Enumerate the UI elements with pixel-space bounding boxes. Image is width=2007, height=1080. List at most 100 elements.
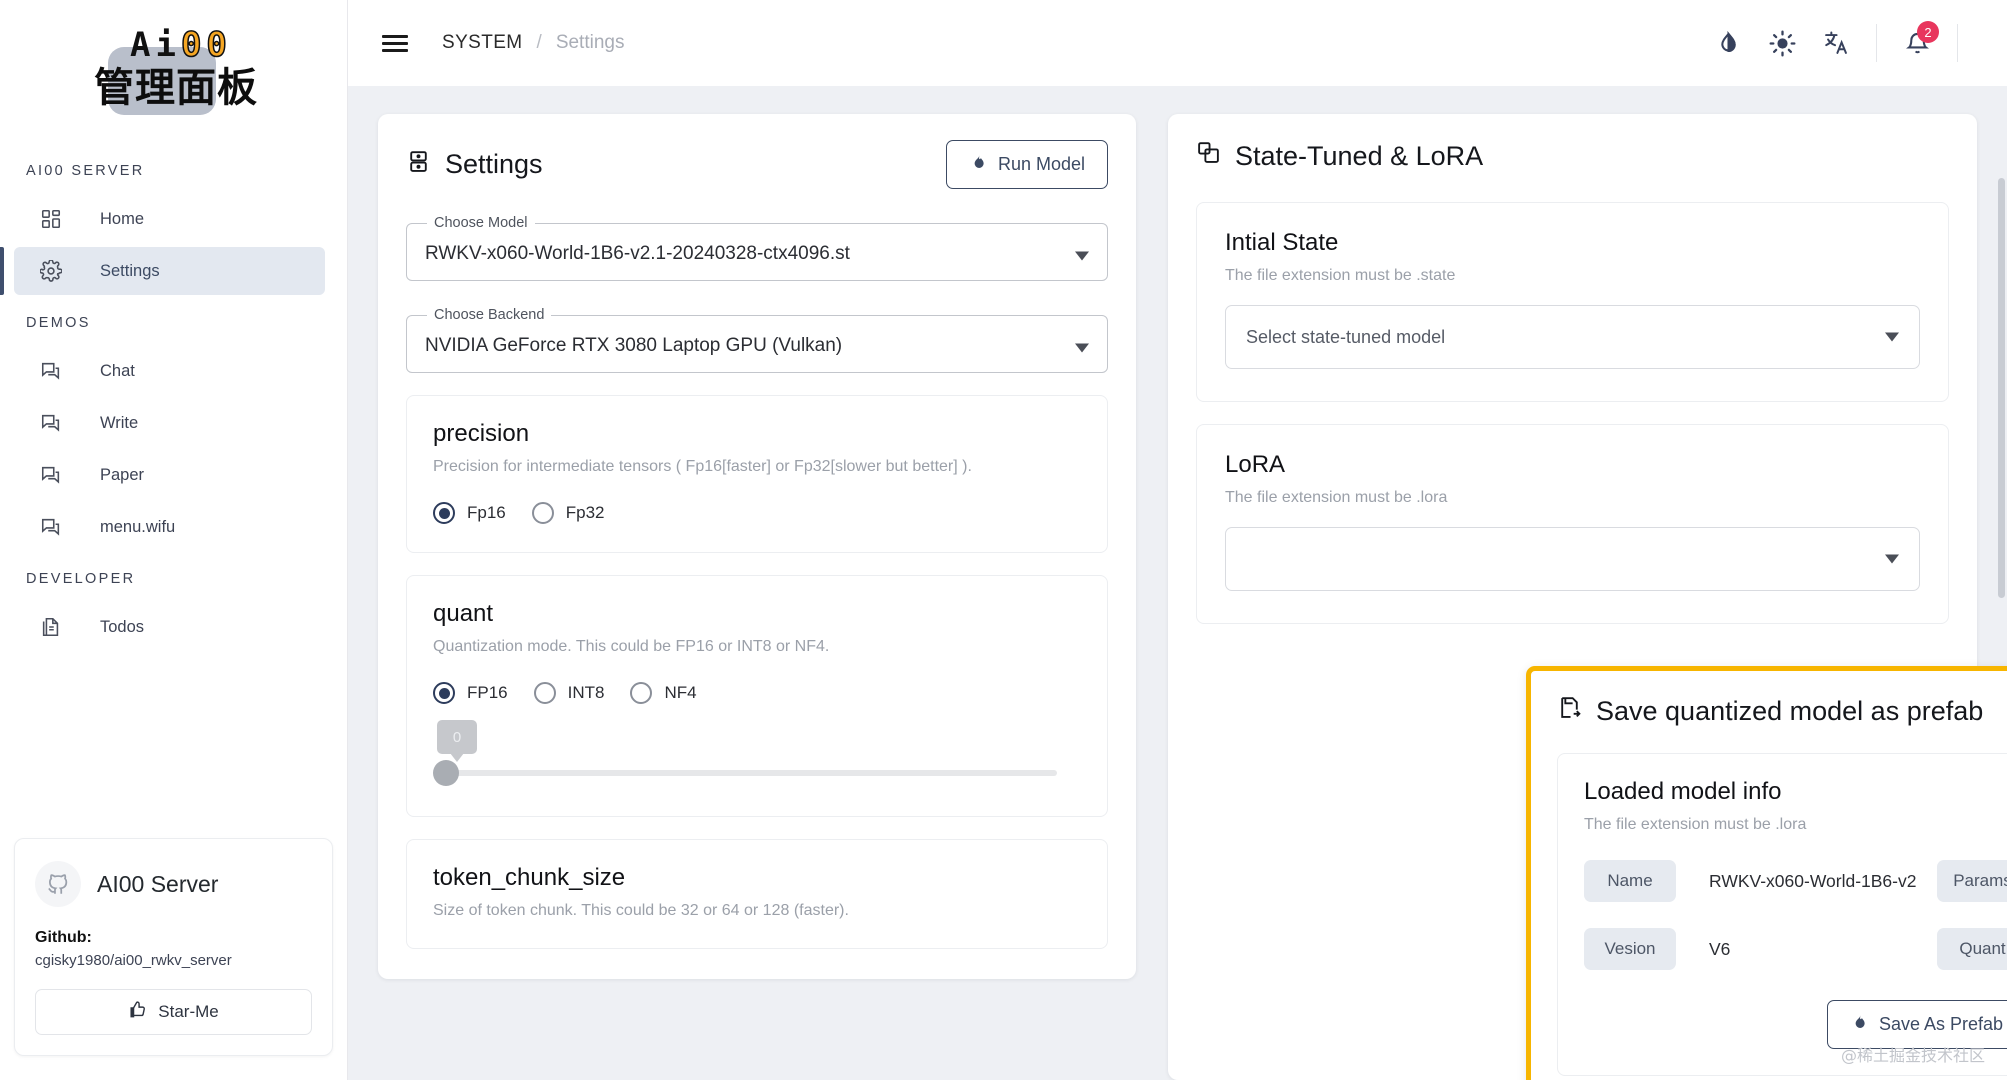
breadcrumb-root[interactable]: SYSTEM — [442, 32, 523, 54]
grid-icon — [40, 208, 74, 230]
loaded-model-info-grid: Name RWKV-x060-World-1B6-v2 Params 1B Ve… — [1584, 860, 2007, 970]
loaded-model-info-title: Loaded model info — [1584, 778, 1782, 805]
choose-model-field[interactable]: Choose Model RWKV-x060-World-1B6-v2.1-20… — [406, 215, 1108, 281]
content-area: Settings Run Model Choose Model RWKV-x06… — [348, 86, 2007, 1080]
star-me-label: Star-Me — [158, 1002, 219, 1021]
token-chunk-title: token_chunk_size — [433, 864, 626, 891]
save-file-icon — [1557, 695, 1582, 727]
quant-slider-track[interactable] — [439, 770, 1057, 776]
sidebar-item-chat[interactable]: Chat — [14, 347, 325, 395]
choose-backend-field[interactable]: Choose Backend NVIDIA GeForce RTX 3080 L… — [406, 307, 1108, 373]
flame-icon — [969, 153, 987, 176]
save-prefab-title: Save quantized model as prefab — [1596, 695, 1984, 726]
github-card-header: AI00 Server — [35, 861, 312, 907]
quant-section: quant Quantization mode. This could be F… — [406, 575, 1108, 817]
star-me-button[interactable]: Star-Me — [35, 989, 312, 1035]
lora-title: LoRA — [1225, 451, 1286, 478]
github-card-title: AI00 Server — [97, 870, 219, 897]
sidebar-item-todos[interactable]: Todos — [14, 603, 325, 651]
layers-icon — [1196, 140, 1221, 172]
app-root: Ai00 管理面板 AI00 SERVER Home Settings DEMO… — [0, 0, 2007, 1080]
contrast-icon[interactable] — [1701, 16, 1755, 70]
top-bar: SYSTEM / Settings 2 — [348, 0, 2007, 86]
chevron-down-icon[interactable] — [1075, 343, 1089, 352]
breadcrumb-separator: / — [536, 32, 542, 53]
token-chunk-section: token_chunk_size Size of token chunk. Th… — [406, 839, 1108, 949]
initial-state-section: Intial State The file extension must be … — [1196, 202, 1949, 402]
breadcrumb: SYSTEM / Settings — [442, 32, 624, 54]
sidebar-item-label: Home — [100, 209, 145, 228]
sidebar-item-label: Paper — [100, 465, 145, 484]
sidebar-section-title-demos: DEMOS — [26, 315, 91, 331]
document-icon — [40, 616, 74, 638]
github-card: AI00 Server Github: cgisky1980/ai00_rwkv… — [14, 838, 333, 1056]
sidebar-item-write[interactable]: Write — [14, 399, 325, 447]
lora-section: LoRA The file extension must be .lora — [1196, 424, 1949, 624]
sidebar: Ai00 管理面板 AI00 SERVER Home Settings DEMO… — [0, 0, 348, 1080]
run-model-label: Run Model — [997, 154, 1085, 174]
settings-card-header: Settings Run Model — [406, 140, 1108, 189]
radio-label: INT8 — [567, 683, 605, 702]
lora-model-select[interactable] — [1225, 527, 1920, 591]
precision-option-fp16[interactable]: Fp16 — [433, 502, 506, 524]
token-chunk-description: Size of token chunk. This could be 32 or… — [433, 902, 849, 919]
sidebar-item-menu-wifu[interactable]: menu.wifu — [14, 503, 325, 551]
chat-icon — [40, 412, 74, 434]
precision-section: precision Precision for intermediate ten… — [406, 395, 1108, 553]
state-lora-title: State-Tuned & LoRA — [1235, 140, 1484, 171]
choose-backend-legend: Choose Backend — [434, 307, 545, 323]
github-repo-path: cgisky1980/ai00_rwkv_server — [35, 952, 232, 969]
radio-label: NF4 — [664, 683, 697, 702]
save-prefab-title-group: Save quantized model as prefab — [1557, 695, 2007, 727]
notification-badge: 2 — [1917, 21, 1939, 43]
settings-column: Settings Run Model Choose Model RWKV-x06… — [378, 114, 1168, 1080]
radio-label: Fp32 — [565, 503, 605, 522]
quant-slider-handle[interactable] — [433, 760, 459, 786]
quant-option-fp16[interactable]: FP16 — [433, 682, 508, 704]
chevron-down-icon[interactable] — [1885, 554, 1899, 564]
thumbs-up-icon — [128, 1000, 147, 1024]
state-tuned-model-placeholder: Select state-tuned model — [1246, 326, 1446, 347]
radio-icon — [630, 682, 653, 704]
sidebar-item-settings[interactable]: Settings — [0, 247, 325, 295]
loaded-model-info-description: The file extension must be .lora — [1584, 816, 1807, 833]
chat-icon — [40, 360, 74, 382]
quant-option-nf4[interactable]: NF4 — [630, 682, 697, 704]
hamburger-icon[interactable] — [382, 34, 408, 52]
info-value-vesion: V6 — [1709, 939, 1731, 959]
sidebar-item-home[interactable]: Home — [14, 195, 325, 243]
info-value-name: RWKV-x060-World-1B6-v2 — [1709, 871, 1917, 891]
brightness-icon[interactable] — [1755, 16, 1809, 70]
quant-slider[interactable]: 0 — [433, 720, 1081, 788]
settings-panel-icon — [406, 149, 431, 181]
radio-icon — [433, 502, 455, 524]
choose-model-value: RWKV-x060-World-1B6-v2.1-20240328-ctx409… — [425, 242, 850, 264]
radio-icon — [533, 682, 556, 704]
state-lora-title-group: State-Tuned & LoRA — [1196, 140, 1949, 172]
info-key-name: Name — [1584, 860, 1676, 902]
quant-slider-value-tooltip: 0 — [437, 720, 477, 762]
divider — [1957, 24, 1958, 62]
state-tuned-model-select[interactable]: Select state-tuned model — [1225, 305, 1920, 369]
chevron-down-icon[interactable] — [1885, 332, 1899, 342]
chevron-down-icon[interactable] — [1075, 251, 1089, 260]
vertical-scrollbar[interactable] — [1998, 178, 2005, 598]
precision-option-fp32[interactable]: Fp32 — [531, 502, 605, 524]
quant-option-int8[interactable]: INT8 — [533, 682, 605, 704]
run-model-button[interactable]: Run Model — [945, 140, 1108, 189]
radio-label: Fp16 — [467, 503, 506, 522]
sidebar-item-paper[interactable]: Paper — [14, 451, 325, 499]
sidebar-item-label: Write — [100, 413, 139, 432]
sidebar-item-label: Chat — [100, 361, 135, 380]
quant-description: Quantization mode. This could be FP16 or… — [433, 638, 830, 655]
sidebar-section-title-developer: DEVELOPER — [26, 571, 136, 587]
logo-subtitle-cn: 管理面板 — [94, 64, 258, 111]
divider — [1876, 24, 1877, 62]
info-key-vesion: Vesion — [1584, 928, 1676, 970]
bell-icon[interactable]: 2 — [1890, 16, 1944, 70]
translate-icon[interactable] — [1809, 16, 1863, 70]
chat-icon — [40, 464, 74, 486]
settings-card: Settings Run Model Choose Model RWKV-x06… — [378, 114, 1136, 979]
sidebar-item-label: Settings — [100, 261, 160, 280]
app-logo[interactable]: Ai00 管理面板 — [0, 0, 347, 145]
